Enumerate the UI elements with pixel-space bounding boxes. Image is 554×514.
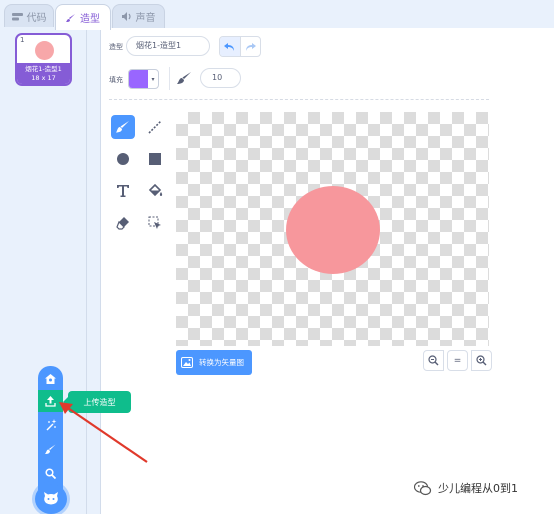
costume-name-input[interactable]: 烟花1-造型1 [126,36,210,56]
line-tool[interactable] [143,115,167,139]
circle-icon [117,153,129,165]
divider [169,67,170,90]
add-costume-button[interactable] [35,484,67,514]
chevron-down-icon: ▾ [151,75,155,83]
costume-item-size: 18 x 17 [31,74,56,82]
text-icon [117,185,129,197]
costume-number: 1 [20,36,25,44]
eraser-icon [116,217,129,230]
tab-sounds-label: 声音 [135,13,156,24]
paint-bucket-icon [148,184,162,197]
brush-size-input[interactable]: 10 [200,68,241,88]
rectangle-tool[interactable] [143,147,167,171]
costume-item[interactable]: 1 烟花1-造型1 18 x 17 [15,33,72,86]
paint-costume-button[interactable] [38,368,63,390]
search-icon [45,467,56,479]
zoom-reset-button[interactable]: = [447,350,468,371]
paint-icon [45,374,56,384]
undo-icon [224,42,235,51]
select-tool[interactable] [143,211,167,235]
tab-code-label: 代码 [26,13,47,24]
fill-label: 填充 [109,76,123,84]
undo-redo-group [219,36,261,57]
divider [109,99,489,100]
zoom-controls: = [423,350,492,372]
brush-size-icon [177,72,191,84]
wechat-logo-icon [414,480,432,495]
zoom-out-button[interactable] [423,350,444,371]
code-icon [11,12,23,20]
paint-editor: 造型 烟花1-造型1 填充 ▾ 10 转换为矢量图 = [100,28,554,514]
line-icon [148,120,162,134]
convert-to-vector-button[interactable]: 转换为矢量图 [176,350,252,375]
circle-tool[interactable] [111,147,135,171]
zoom-out-icon [428,355,439,366]
zoom-in-button[interactable] [471,350,492,371]
fill-color-picker[interactable]: ▾ [128,69,159,89]
brush-icon [116,121,129,133]
cat-plus-icon [44,491,58,504]
red-arrow-annotation [59,402,148,463]
watermark: 少儿编程从0到1 [414,478,518,498]
speaker-icon [121,12,131,21]
costume-caption: 烟花1-造型1 18 x 17 [17,63,70,84]
brush-icon [66,13,75,22]
costume-thumbnail [35,41,54,60]
fill-tool[interactable] [143,179,167,203]
redo-button[interactable] [241,37,261,56]
watermark-text: 少儿编程从0到1 [438,482,518,495]
convert-to-vector-label: 转换为矢量图 [199,358,244,367]
image-icon [181,357,193,368]
drawing-canvas[interactable] [176,112,489,346]
tab-costumes[interactable]: 造型 [55,4,111,30]
fill-color-swatch [129,70,148,88]
tab-sounds[interactable]: 声音 [112,4,165,28]
text-tool[interactable] [111,179,135,203]
undo-button[interactable] [220,37,241,56]
redo-icon [245,42,256,51]
brush-tool[interactable] [111,115,135,139]
costume-shape[interactable] [286,186,380,274]
rectangle-icon [149,153,161,165]
costume-item-name: 烟花1-造型1 [25,65,62,73]
zoom-in-icon [476,355,487,366]
eraser-tool[interactable] [111,211,135,235]
tab-costumes-label: 造型 [80,14,100,25]
select-icon [148,216,161,229]
costume-name-label: 造型 [109,43,123,51]
tab-code[interactable]: 代码 [4,4,54,28]
